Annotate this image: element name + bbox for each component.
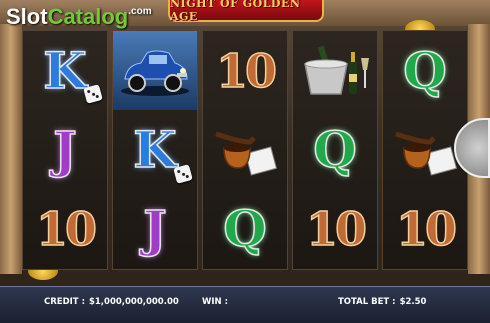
watermark-catalog: Catalog: [47, 4, 129, 29]
symbol-cell: Q: [383, 31, 467, 110]
symbol-cell: 10: [293, 190, 377, 269]
symbol-q: Q: [402, 40, 447, 100]
symbol-cell: 10: [383, 190, 467, 269]
symbol-cell: J: [23, 110, 107, 189]
symbol-j: J: [142, 199, 167, 259]
info-bar: CREDIT : $1,000,000,000.00 WIN : TOTAL BE…: [0, 286, 490, 323]
watermark-com: .com: [128, 6, 152, 17]
dice-icon: [173, 163, 193, 184]
symbol-q: Q: [312, 119, 357, 179]
reel-grid: K J 10 K J 10 Q Q 10 Q 10: [22, 30, 468, 270]
symbol-cell-car: [113, 31, 197, 111]
dice-icon: [83, 84, 103, 105]
symbol-10: 10: [305, 202, 368, 258]
reel-2: K J: [112, 30, 198, 270]
symbol-cell: 10: [23, 190, 107, 269]
symbol-cell: Q: [293, 110, 377, 189]
reel-3: 10 Q: [202, 30, 288, 270]
symbol-10: 10: [215, 43, 278, 99]
reel-4: Q 10: [292, 30, 378, 270]
symbol-k: K: [133, 119, 178, 179]
symbol-10: 10: [35, 202, 98, 258]
symbol-cell: 10: [203, 31, 287, 110]
symbol-cell-champagne: [293, 31, 377, 110]
credit-display: CREDIT : $1,000,000,000.00: [44, 297, 179, 307]
symbol-cell: K: [23, 31, 107, 110]
win-display: WIN :: [202, 297, 232, 307]
vintage-car-icon: [121, 50, 189, 96]
symbol-j: J: [52, 119, 77, 179]
win-label: WIN :: [202, 297, 229, 307]
total-bet-label: TOTAL BET :: [338, 297, 396, 307]
credit-label: CREDIT :: [44, 297, 85, 307]
pipe-icon: [215, 131, 278, 176]
symbol-10: 10: [395, 202, 458, 258]
symbol-cell-pipe: [203, 110, 287, 189]
pipe-icon: [395, 131, 458, 176]
symbol-cell: J: [113, 190, 197, 269]
credit-value: $1,000,000,000.00: [88, 297, 179, 307]
champagne-bucket-icon: [304, 45, 369, 95]
symbol-cell: Q: [203, 190, 287, 269]
watermark-logo: SlotCatalog.com: [6, 4, 152, 30]
game-scene: NIGHT OF GOLDEN AGE SlotCatalog.com K J …: [0, 0, 490, 323]
total-bet-value: $2.50: [399, 297, 427, 307]
left-wood-frame: [0, 24, 22, 274]
symbol-k: K: [43, 40, 88, 100]
total-bet-display: TOTAL BET : $2.50: [338, 297, 426, 307]
symbol-q: Q: [222, 199, 267, 259]
watermark-slot: Slot: [6, 4, 48, 29]
reel-1: K J 10: [22, 30, 108, 270]
game-title: NIGHT OF GOLDEN AGE: [168, 0, 324, 23]
symbol-cell: K: [113, 110, 197, 189]
